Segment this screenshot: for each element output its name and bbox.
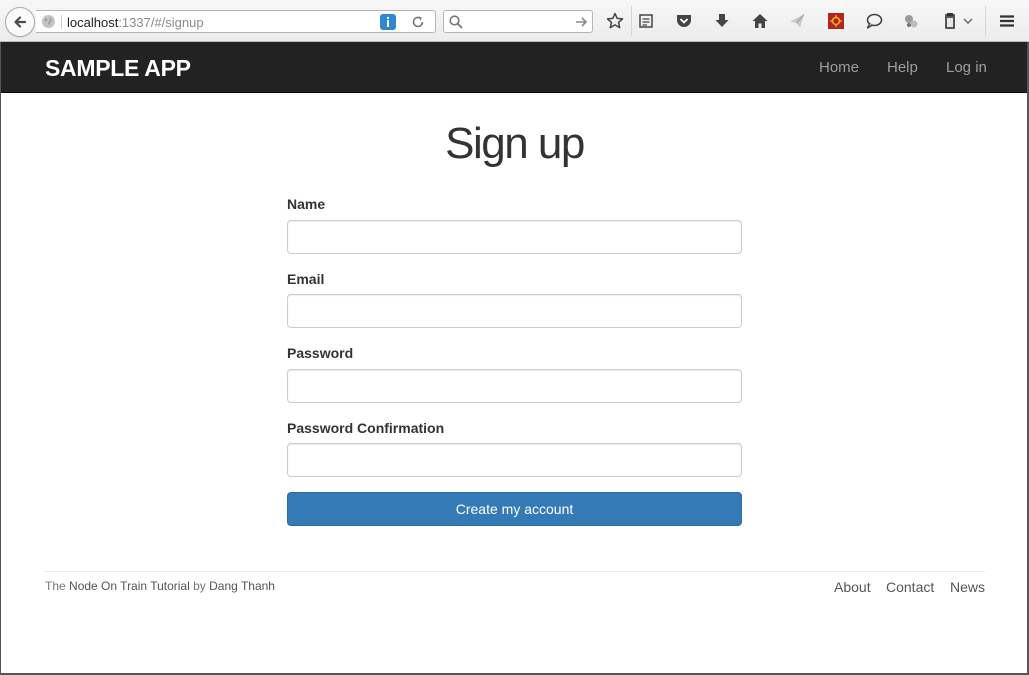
home-icon[interactable]: [750, 11, 770, 31]
password-label: Password: [287, 345, 354, 361]
footer-credits: The Node On Train Tutorial by Dang Thanh: [45, 579, 275, 593]
reading-list-icon[interactable]: [636, 11, 656, 31]
back-button[interactable]: [5, 7, 35, 37]
url-path: :1337/#/signup: [118, 15, 204, 30]
nav-login-link[interactable]: Log in: [946, 59, 987, 76]
footer-news-link[interactable]: News: [950, 579, 985, 595]
menu-icon[interactable]: [997, 11, 1017, 31]
url-text[interactable]: localhost:1337/#/signup: [67, 15, 204, 30]
email-label: Email: [287, 271, 325, 287]
clipboard-icon[interactable]: [940, 11, 960, 31]
email-field[interactable]: [287, 294, 742, 328]
footer-divider: [44, 571, 985, 572]
browser-toolbar: localhost:1337/#/signup: [0, 0, 1029, 42]
url-host: localhost: [67, 15, 119, 30]
page-title: Sign up: [445, 119, 585, 168]
bookmark-star-icon[interactable]: [605, 11, 625, 31]
url-separator: [61, 15, 62, 29]
chat-icon[interactable]: [864, 11, 884, 31]
page-info-icon[interactable]: [380, 14, 396, 30]
name-label: Name: [287, 196, 326, 212]
url-bar[interactable]: localhost:1337/#/signup: [36, 10, 436, 33]
name-field[interactable]: [287, 220, 742, 254]
brand-logo[interactable]: SAMPLE APP: [45, 55, 191, 82]
chevron-down-icon[interactable]: [961, 11, 975, 31]
nav-help-link[interactable]: Help: [887, 59, 918, 76]
nav-home-link[interactable]: Home: [819, 59, 859, 76]
password-field[interactable]: [287, 369, 742, 403]
footer-by: by: [193, 579, 206, 593]
search-go-arrow-icon[interactable]: [575, 14, 589, 30]
tutorial-link[interactable]: Node On Train Tutorial: [69, 579, 190, 593]
toolbar-separator: [985, 6, 986, 36]
author-link[interactable]: Dang Thanh: [209, 579, 275, 593]
footer-about-link[interactable]: About: [834, 579, 871, 595]
app-navbar: SAMPLE APP Home Help Log in: [1, 42, 1027, 93]
password-confirmation-field[interactable]: [287, 443, 742, 477]
globe-icon: [41, 14, 56, 29]
reload-icon[interactable]: [410, 14, 426, 30]
extension-icon[interactable]: [826, 11, 846, 31]
footer-contact-link[interactable]: Contact: [886, 579, 934, 595]
search-bar[interactable]: [443, 10, 593, 33]
toolbar-separator: [631, 6, 632, 36]
footer-prefix: The: [45, 579, 66, 593]
password-confirmation-label: Password Confirmation: [287, 420, 445, 436]
downloads-icon[interactable]: [712, 11, 732, 31]
pocket-icon[interactable]: [674, 11, 694, 31]
search-icon: [449, 15, 463, 29]
sync-icon[interactable]: [901, 11, 921, 31]
create-account-button[interactable]: Create my account: [287, 492, 742, 526]
send-icon[interactable]: [787, 11, 807, 31]
back-arrow-icon: [14, 16, 27, 28]
